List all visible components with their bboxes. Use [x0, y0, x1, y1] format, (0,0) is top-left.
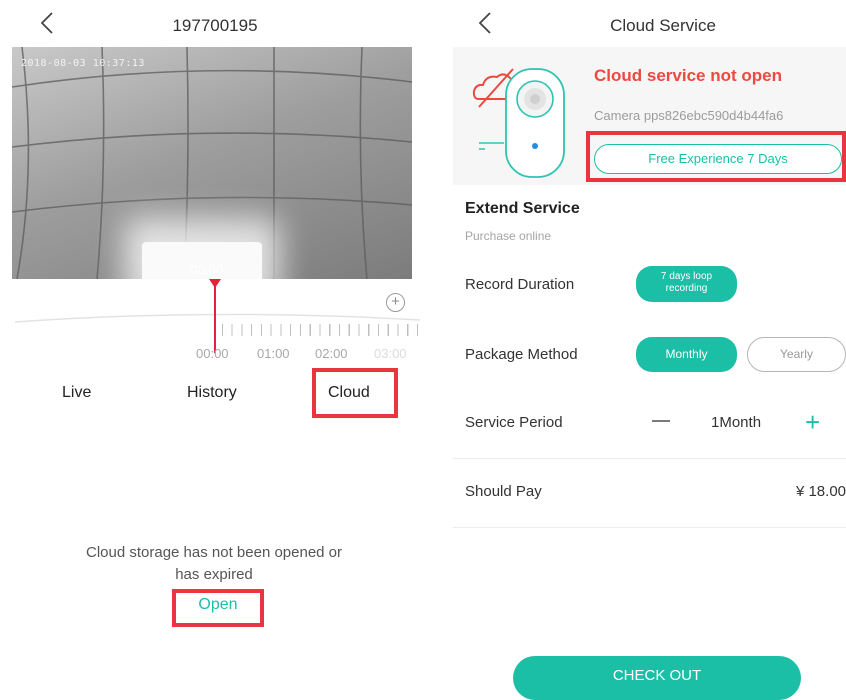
record-duration-option[interactable]: 7 days loop recording: [636, 266, 737, 302]
camera-video-player[interactable]: 2018-08-03 10:37:13: [12, 47, 412, 279]
service-period-value: 1Month: [711, 414, 762, 431]
highlight-box: [172, 589, 264, 627]
checkout-button[interactable]: CHECK OUT: [513, 656, 801, 700]
service-status-title: Cloud service not open: [594, 66, 782, 85]
highlight-box: [312, 368, 398, 418]
timeline-label: 01:00: [257, 346, 290, 361]
back-arrow-icon[interactable]: [37, 8, 57, 38]
right-screen: Cloud Service Cloud service not open Cam…: [453, 0, 846, 700]
should-pay-amount: ¥ 18.00: [795, 483, 846, 500]
extend-service-title: Extend Service: [465, 200, 580, 217]
option-line: 7 days loop: [660, 271, 713, 282]
package-method-label: Package Method: [465, 346, 578, 363]
video-timestamp: 2018-08-03 10:37:13: [21, 58, 145, 69]
should-pay-label: Should Pay: [465, 483, 542, 500]
page-title: 197700195: [172, 16, 258, 35]
message-line: Cloud storage has not been opened or: [85, 544, 343, 561]
message-line: has expired: [175, 566, 253, 583]
left-screen: 197700195 2018-08-03 10:37:13 :00:00 + 0…: [0, 0, 425, 693]
package-yearly-button[interactable]: Yearly: [747, 337, 846, 372]
page-title: Cloud Service: [610, 16, 716, 35]
back-arrow-icon[interactable]: [475, 8, 495, 38]
divider: [453, 458, 846, 459]
camera-illustration-icon: [472, 68, 565, 178]
timeline-label: 02:00: [315, 346, 348, 361]
extend-service-subtitle: Purchase online: [465, 229, 552, 243]
decrease-period-button[interactable]: [652, 420, 670, 422]
option-line: recording: [665, 283, 708, 294]
highlight-box: [586, 131, 846, 182]
timeline-ticks: [222, 324, 418, 336]
zoom-in-icon[interactable]: +: [386, 293, 405, 312]
cloud-status-message: Cloud storage has not been opened or has…: [40, 542, 388, 586]
playhead-line[interactable]: [214, 281, 216, 353]
timeline-label: 03:00: [374, 346, 407, 361]
increase-period-button[interactable]: +: [805, 409, 820, 435]
tab-history[interactable]: History: [187, 384, 237, 402]
timeline-label: 00:00: [196, 346, 229, 361]
service-period-label: Service Period: [465, 414, 563, 431]
camera-id-label: Camera pps826ebc590d4b44fa6: [594, 108, 784, 123]
tab-live[interactable]: Live: [62, 384, 91, 402]
video-time-overlay: :00:00: [187, 262, 224, 277]
package-monthly-button[interactable]: Monthly: [636, 337, 737, 372]
divider: [453, 527, 846, 528]
record-duration-label: Record Duration: [465, 276, 575, 293]
